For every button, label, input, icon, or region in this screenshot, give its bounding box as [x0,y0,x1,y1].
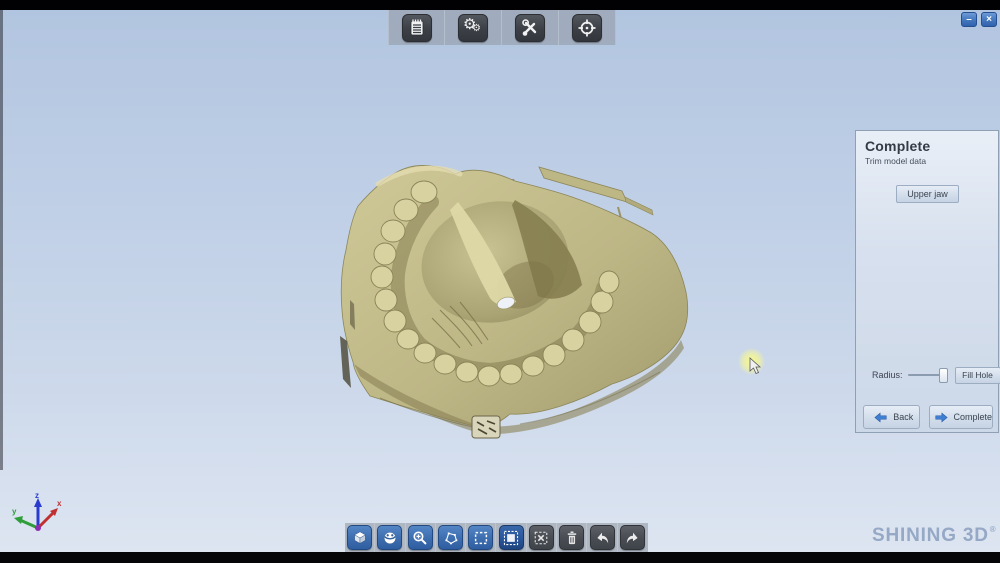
top-toolbar-cell: ⚙⚙ [445,10,502,45]
rect-select-icon [471,528,491,548]
registered-mark: ® [990,525,997,534]
lasso-select-button[interactable] [438,525,463,550]
zoom-button[interactable] [408,525,433,550]
orbit-button[interactable] [377,525,402,550]
settings-gears-icon: ⚙⚙ [462,17,484,39]
axis-y-label: y [12,507,17,516]
left-edge-shade [0,10,3,470]
complete-button[interactable]: Complete [929,405,993,429]
axis-indicator: z x y [10,488,66,544]
undo-icon [592,528,612,548]
letterbox-top [0,0,1000,10]
axis-z-label: z [35,491,39,500]
close-button[interactable]: × [981,12,997,27]
calibration-button[interactable] [572,14,602,42]
radius-slider-handle[interactable] [939,368,948,383]
upper-jaw-button-label: Upper jaw [907,189,948,199]
settings-button[interactable]: ⚙⚙ [458,14,488,42]
undo-button[interactable] [590,525,615,550]
window-controls: – × [961,12,997,27]
complete-arrow-icon [934,412,948,423]
redo-icon [623,528,643,548]
top-toolbar: ⚙⚙ [388,10,616,45]
model-marker-tag [472,416,500,438]
deselect-icon [531,528,551,548]
delete-trash-icon [562,528,582,548]
tools-icon [519,17,541,39]
zoom-icon [410,528,430,548]
fill-hole-button-label: Fill Hole [962,370,993,380]
deselect-button[interactable] [529,525,554,550]
delete-button[interactable] [559,525,584,550]
complete-button-label: Complete [953,412,992,422]
top-toolbar-cell [559,10,616,45]
view-cube-icon [350,528,370,548]
panel-subtitle: Trim model data [865,156,998,166]
back-arrow-icon [874,412,888,423]
shining3d-logo: SHINING 3D® [872,525,996,547]
bottom-toolbar [345,523,648,552]
panel-title: Complete [865,138,998,154]
logo-text: SHINING 3D [872,525,989,546]
rect-select-button[interactable] [468,525,493,550]
order-icon [406,17,428,39]
minimize-button[interactable]: – [961,12,977,27]
back-button[interactable]: Back [863,405,920,429]
3d-viewport[interactable]: ⚙⚙ – [0,10,1000,552]
fill-hole-button[interactable]: Fill Hole [955,367,1000,384]
select-visible-icon [501,528,521,548]
complete-panel: Complete Trim model data Upper jaw Radiu… [855,130,999,433]
scan-artifact-sliver [625,197,653,215]
radius-row: Radius: Fill Hole [872,366,1000,384]
panel-nav-row: Back Complete [863,405,993,429]
redo-button[interactable] [620,525,645,550]
radius-label: Radius: [872,370,903,380]
upper-jaw-button[interactable]: Upper jaw [896,185,959,203]
dental-model-upper-jaw[interactable] [320,150,700,450]
axis-x-label: x [57,499,62,508]
orbit-sphere-icon [380,528,400,548]
lasso-select-icon [441,528,461,548]
mouse-cursor-icon [748,357,762,375]
calibration-target-icon [576,17,598,39]
back-button-label: Back [893,412,913,422]
tools-button[interactable] [515,14,545,42]
top-toolbar-cell [502,10,559,45]
view-cube-button[interactable] [347,525,372,550]
letterbox-bottom [0,552,1000,563]
top-toolbar-cell [388,10,445,45]
select-visible-button[interactable] [499,525,524,550]
order-button[interactable] [402,14,432,42]
